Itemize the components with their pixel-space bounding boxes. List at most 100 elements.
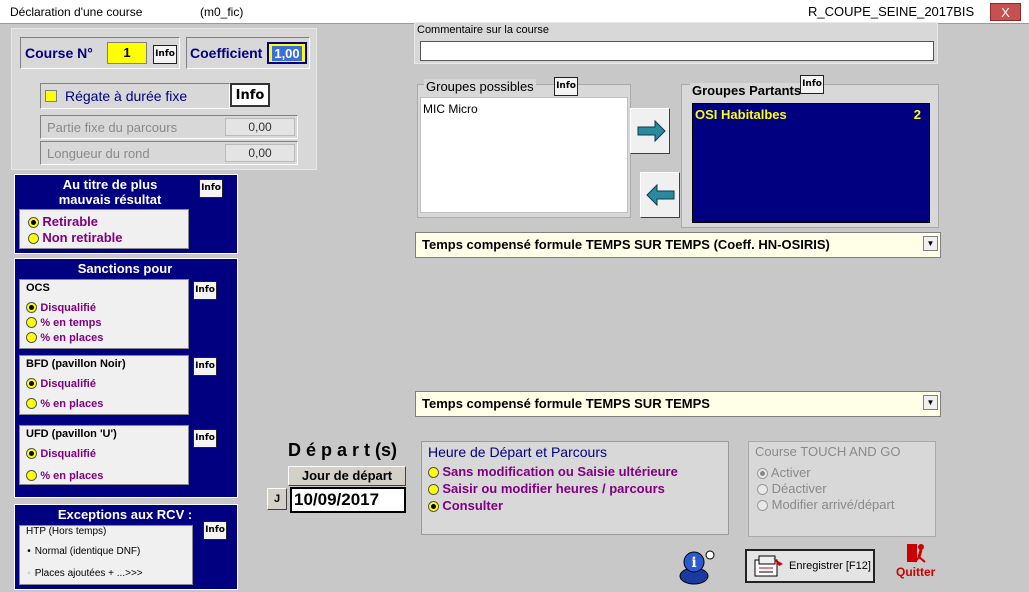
option-retirable[interactable]: Retirable <box>28 214 98 229</box>
radio-empty-icon <box>26 470 37 482</box>
longueur-row: Longueur du rond 0,00 <box>40 141 298 165</box>
ocs-info-icon[interactable]: Info <box>193 281 217 300</box>
touch-option-modifier[interactable]: Modifier arrivé/départ <box>757 497 894 512</box>
bfd-info-icon[interactable]: Info <box>193 357 217 376</box>
bullet-selected-icon: • <box>27 546 31 557</box>
course-info-icon[interactable]: Info <box>153 45 177 64</box>
groupes-possibles-list[interactable]: MIC Micro <box>420 97 628 213</box>
course-panel: Course N° 1 Info Coefficient 1,00 Régate… <box>11 28 317 170</box>
radio-empty-icon <box>757 500 768 512</box>
ocs-option-temps[interactable]: % en temps <box>26 315 101 329</box>
heure-option-label: Consulter <box>442 498 504 513</box>
formula-select-1-value: Temps compensé formule TEMPS SUR TEMPS (… <box>422 237 830 252</box>
groupes-partants-list[interactable]: OSI Habitalbes 2 <box>692 103 930 223</box>
group-count: 2 <box>913 107 921 122</box>
coefficient-field[interactable]: 1,00 <box>267 42 307 64</box>
option-non-retirable[interactable]: Non retirable <box>28 230 123 245</box>
radio-selected-icon <box>26 448 37 460</box>
chevron-down-icon[interactable]: ▼ <box>923 395 938 410</box>
groupes-partants-info-icon[interactable]: Info <box>800 75 824 94</box>
course-number-field[interactable]: 1 <box>107 42 147 64</box>
date-depart-field[interactable]: 10/09/2017 <box>290 487 406 513</box>
heure-option-sans[interactable]: Sans modification ou Saisie ultérieure <box>428 464 678 479</box>
comment-input[interactable] <box>420 41 934 61</box>
regate-group: Régate à durée fixe <box>40 83 230 109</box>
mauvais-info-icon[interactable]: Info <box>199 179 223 198</box>
heure-option-consulter[interactable]: Consulter <box>428 498 503 513</box>
mauvais-title-line2: mauvais résultat <box>58 192 162 207</box>
exceptions-panel: Exceptions aux RCV : Info HTP (Hors temp… <box>14 504 238 590</box>
ufd-option-label: Disqualifié <box>40 448 96 460</box>
save-button[interactable]: Enregistrer [F12] <box>745 549 875 583</box>
partie-fixe-field[interactable]: 0,00 <box>225 118 295 136</box>
bfd-option-places[interactable]: % en places <box>26 396 103 410</box>
save-button-label: Enregistrer [F12] <box>789 560 871 572</box>
option-retirable-label: Retirable <box>42 214 98 229</box>
exceptions-info-icon[interactable]: Info <box>203 521 227 540</box>
groupes-possibles-label: Groupes possibles <box>424 79 536 94</box>
formula-select-1[interactable]: Temps compensé formule TEMPS SUR TEMPS (… <box>415 232 941 258</box>
comment-panel: Commentaire sur la course <box>414 22 938 64</box>
touch-title: Course TOUCH AND GO <box>755 444 901 459</box>
touch-option-desactiver[interactable]: Déactiver <box>757 481 827 496</box>
close-button[interactable]: X <box>990 3 1021 21</box>
heure-title: Heure de Départ et Parcours <box>428 444 607 460</box>
longueur-field[interactable]: 0,00 <box>225 144 295 162</box>
touch-option-activer[interactable]: Activer <box>757 465 811 480</box>
ufd-option-places[interactable]: % en places <box>26 468 103 482</box>
course-number-group: Course N° 1 Info <box>20 37 180 69</box>
title-bar: Déclaration d'une course (m0_fic) R_COUP… <box>0 0 1029 24</box>
radio-selected-icon <box>428 501 439 513</box>
regate-checkbox[interactable] <box>45 90 57 102</box>
touch-and-go-panel: Course TOUCH AND GO Activer Déactiver Mo… <box>748 441 936 537</box>
ocs-option-label: % en places <box>40 332 104 344</box>
chevron-down-icon[interactable]: ▼ <box>923 236 938 251</box>
htp-group: HTP (Hors temps) • Normal (identique DNF… <box>19 525 193 585</box>
formula-select-2[interactable]: Temps compensé formule TEMPS SUR TEMPS ▼ <box>415 391 941 417</box>
depart-heading: D é p a r t (s) <box>288 440 398 460</box>
touch-option-label: Déactiver <box>771 481 827 496</box>
htp-option-places-label: Places ajoutées + ...>>> <box>34 568 143 579</box>
formula-select-2-value: Temps compensé formule TEMPS SUR TEMPS <box>422 396 710 411</box>
coefficient-value: 1,00 <box>272 46 302 61</box>
quit-button[interactable]: Quitter <box>893 542 943 582</box>
ufd-info-icon[interactable]: Info <box>193 429 217 448</box>
add-group-button[interactable] <box>630 108 670 154</box>
list-item[interactable]: MIC Micro <box>423 102 478 116</box>
exit-runner-icon <box>907 544 926 563</box>
j-button[interactable]: J <box>267 488 287 510</box>
radio-empty-icon <box>757 484 768 496</box>
regate-info-icon[interactable]: Info <box>230 83 270 107</box>
heure-panel: Heure de Départ et Parcours Sans modific… <box>421 441 729 535</box>
jour-depart-label: Jour de départ <box>288 466 406 486</box>
heure-option-label: Saisir ou modifier heures / parcours <box>442 481 665 496</box>
ocs-option-places[interactable]: % en places <box>26 330 103 344</box>
ocs-label: OCS <box>26 282 50 294</box>
radio-empty-icon <box>428 467 439 479</box>
htp-option-normal[interactable]: • Normal (identique DNF) <box>26 546 140 557</box>
window-title: Déclaration d'une course <box>10 5 143 19</box>
mauvais-title: Au titre de plus mauvais résultat <box>15 177 205 207</box>
heure-option-saisir[interactable]: Saisir ou modifier heures / parcours <box>428 481 665 496</box>
radio-empty-icon <box>26 332 37 344</box>
groupes-possibles-info-icon[interactable]: Info <box>554 77 578 96</box>
ocs-option-disqualifie[interactable]: Disqualifié <box>26 300 96 314</box>
arrow-left-icon <box>646 183 675 207</box>
touch-option-label: Activer <box>770 465 811 480</box>
radio-empty-icon <box>26 398 37 410</box>
ufd-option-disqualifie[interactable]: Disqualifié <box>26 446 96 460</box>
sanctions-panel: Sanctions pour OCS Disqualifié % en temp… <box>14 258 238 498</box>
radio-selected-icon <box>757 468 768 480</box>
remove-group-button[interactable] <box>640 172 680 218</box>
htp-option-places[interactable]: ◦ Places ajoutées + ...>>> <box>26 568 143 579</box>
longueur-label: Longueur du rond <box>47 146 150 161</box>
form-code: (m0_fic) <box>200 5 244 19</box>
bfd-option-disqualifie[interactable]: Disqualifié <box>26 376 96 390</box>
htp-label: HTP (Hors temps) <box>26 526 107 537</box>
list-item[interactable]: OSI Habitalbes 2 <box>695 107 925 122</box>
help-button[interactable]: i <box>676 548 718 586</box>
ufd-label: UFD (pavillon 'U') <box>26 428 117 440</box>
heure-option-label: Sans modification ou Saisie ultérieure <box>442 464 678 479</box>
svg-text:i: i <box>691 555 696 571</box>
groupes-possibles-panel: Groupes possibles Info MIC Micro <box>417 77 631 218</box>
